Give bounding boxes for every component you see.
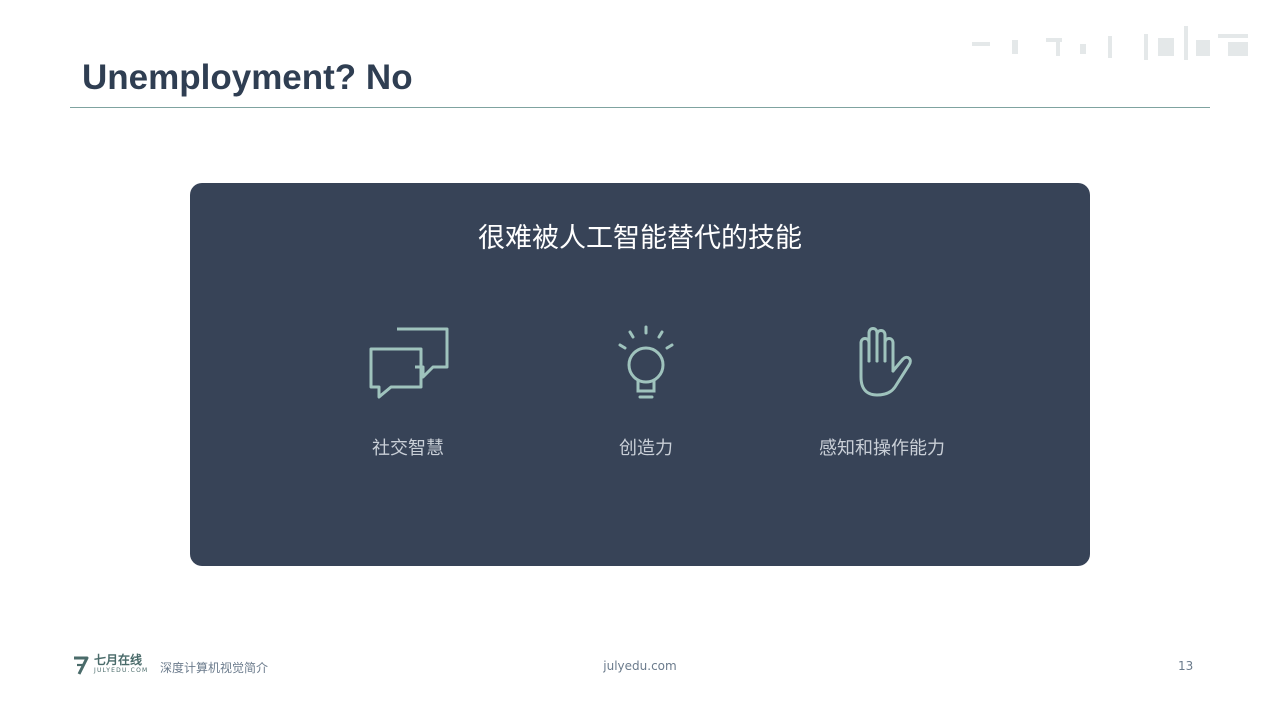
chat-bubbles-icon bbox=[369, 327, 449, 399]
title-divider bbox=[70, 107, 1210, 108]
watermark-icon bbox=[972, 26, 1248, 60]
panel-heading: 很难被人工智能替代的技能 bbox=[478, 223, 802, 254]
skill-label: 感知和操作能力 bbox=[819, 438, 945, 459]
page-number: 13 bbox=[1178, 659, 1194, 673]
skills-panel: 很难被人工智能替代的技能 社交智慧 创造力 感知和操作能力 bbox=[190, 183, 1090, 566]
hand-icon bbox=[859, 327, 912, 397]
skill-label: 社交智慧 bbox=[372, 438, 444, 459]
skill-label: 创造力 bbox=[619, 438, 673, 459]
footer-url: julyedu.com bbox=[603, 659, 677, 673]
lightbulb-icon bbox=[618, 325, 674, 399]
skill-perception-manipulation: 感知和操作能力 bbox=[772, 321, 992, 460]
slide: Unemployment? No 很难被人工智能替代的技能 社交智慧 创造力 感… bbox=[0, 0, 1280, 720]
slide-title: Unemployment? No bbox=[82, 58, 413, 97]
skill-social-intelligence: 社交智慧 bbox=[298, 321, 518, 460]
skill-creativity: 创造力 bbox=[536, 321, 756, 460]
